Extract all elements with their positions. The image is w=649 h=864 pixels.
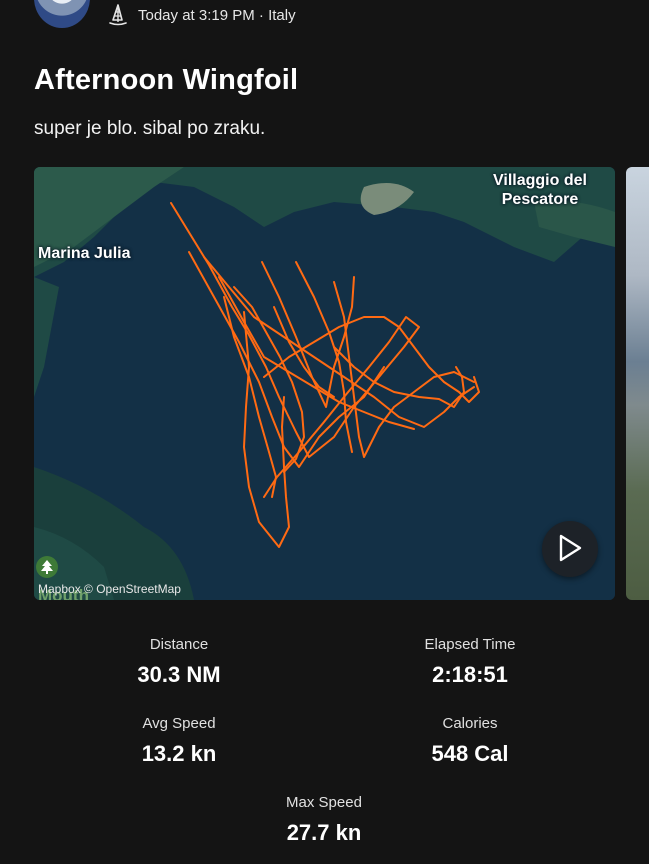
stat-label: Avg Speed bbox=[142, 715, 216, 732]
activity-title[interactable]: Afternoon Wingfoil bbox=[34, 64, 298, 97]
stat-elapsed-time: Elapsed Time 2:18:51 bbox=[325, 636, 615, 688]
activity-timestamp: Today at 3:19 PM bbox=[138, 6, 255, 24]
map-label-marina: Marina Julia bbox=[38, 245, 131, 262]
stat-calories: Calories 548 Cal bbox=[325, 715, 615, 767]
stat-label: Elapsed Time bbox=[424, 636, 516, 653]
stat-max-speed: Max Speed 27.7 kn bbox=[179, 794, 469, 846]
map-label-villaggio: Villaggio del Pescatore bbox=[493, 172, 587, 208]
route-map[interactable]: Villaggio del Pescatore Marina Julia Mou… bbox=[34, 167, 615, 600]
stat-value: 30.3 NM bbox=[137, 662, 221, 687]
windsurf-icon bbox=[108, 3, 128, 27]
tree-icon bbox=[36, 556, 58, 578]
stat-label: Max Speed bbox=[286, 794, 362, 811]
activity-meta: Today at 3:19 PM · Italy bbox=[108, 4, 296, 26]
stat-label: Distance bbox=[149, 636, 209, 653]
stat-value: 548 Cal bbox=[431, 741, 509, 766]
gps-track bbox=[170, 202, 480, 548]
stat-value: 27.7 kn bbox=[286, 820, 362, 845]
stat-label: Calories bbox=[442, 715, 498, 732]
media-carousel[interactable]: Villaggio del Pescatore Marina Julia Mou… bbox=[34, 167, 649, 600]
play-button[interactable] bbox=[542, 521, 598, 577]
meta-separator: · bbox=[254, 6, 269, 24]
activity-description: super je blo. sibal po zraku. bbox=[34, 118, 266, 139]
map-attribution[interactable]: Mapbox © OpenStreetMap bbox=[38, 582, 181, 596]
stat-avg-speed: Avg Speed 13.2 kn bbox=[34, 715, 324, 767]
play-icon bbox=[557, 533, 583, 566]
stat-value: 2:18:51 bbox=[432, 662, 508, 687]
stat-value: 13.2 kn bbox=[141, 741, 217, 766]
stat-distance: Distance 30.3 NM bbox=[34, 636, 324, 688]
activity-location: Italy bbox=[268, 6, 296, 24]
activity-photo-thumbnail[interactable] bbox=[626, 167, 649, 600]
athlete-avatar[interactable] bbox=[34, 0, 90, 28]
